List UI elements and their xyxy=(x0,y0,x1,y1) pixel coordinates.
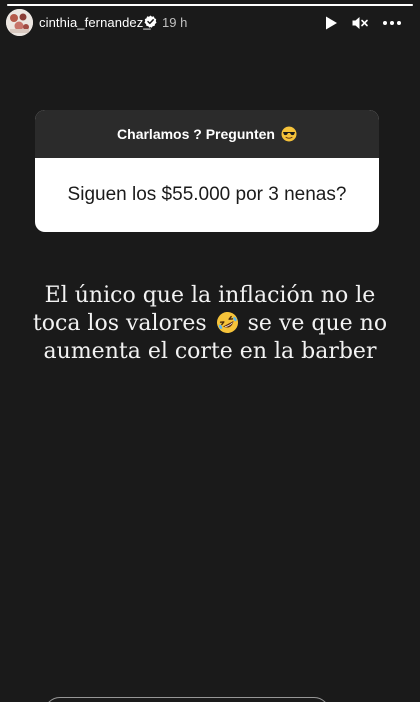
question-sticker[interactable]: Charlamos ? Pregunten Siguen los $55.000… xyxy=(35,110,379,232)
username[interactable]: cinthia_fernandez_ xyxy=(39,15,151,30)
sunglasses-emoji-icon xyxy=(281,126,297,142)
play-icon[interactable] xyxy=(322,14,340,32)
question-sticker-title: Charlamos ? Pregunten xyxy=(117,126,275,142)
story-progress-bar xyxy=(7,4,413,6)
story-progress-fill xyxy=(7,4,413,6)
story-caption: El único que la inflación no le toca los… xyxy=(30,282,390,366)
verified-badge-icon xyxy=(144,15,157,28)
reply-input[interactable] xyxy=(44,697,330,702)
post-time: 19 h xyxy=(162,15,188,30)
rolling-laughing-emoji-icon xyxy=(216,311,239,334)
question-sticker-header: Charlamos ? Pregunten xyxy=(35,110,379,158)
question-sticker-question: Siguen los $55.000 por 3 nenas? xyxy=(67,184,347,205)
story-view[interactable]: cinthia_fernandez_ 19 h Charlamos ? Preg… xyxy=(0,0,420,702)
mute-icon[interactable] xyxy=(351,14,369,32)
story-header: cinthia_fernandez_ 19 h xyxy=(0,8,420,38)
avatar[interactable] xyxy=(6,9,33,36)
more-options-icon[interactable] xyxy=(381,14,403,32)
